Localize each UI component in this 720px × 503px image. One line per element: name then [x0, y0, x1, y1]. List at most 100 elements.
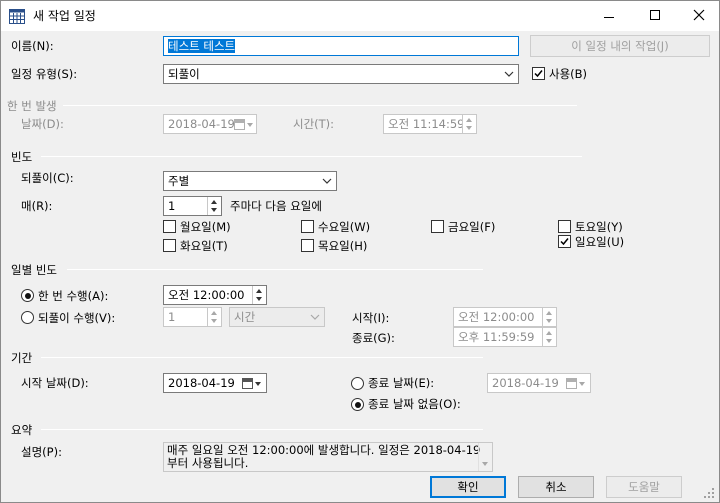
- daily-end-time-field[interactable]: 오후 11:59:59: [453, 327, 557, 347]
- close-icon[interactable]: [693, 9, 705, 21]
- description-scrollbar[interactable]: [478, 443, 492, 471]
- schedule-type-value: 되풀이: [168, 67, 200, 81]
- daily-start-time-field[interactable]: 오전 12:00:00: [453, 307, 557, 327]
- one-time-time-value: 오전 11:14:59: [388, 117, 465, 131]
- chevron-down-icon: [322, 178, 332, 184]
- occurs-once-spinner[interactable]: [252, 286, 266, 304]
- one-time-date-picker[interactable]: 2018-04-19: [163, 114, 257, 134]
- cancel-button[interactable]: 취소: [518, 476, 594, 498]
- start-date-label: 시작 날짜(D):: [21, 376, 89, 390]
- daily-frequency-divider: [67, 269, 483, 270]
- calendar-app-icon: [9, 9, 25, 24]
- frequency-divider: [41, 156, 582, 157]
- recurs-dropdown[interactable]: 주별: [163, 171, 337, 191]
- summary-header: 요약: [11, 423, 33, 437]
- every-weeks-field[interactable]: 1: [163, 196, 222, 216]
- window-title: 새 작업 일정: [33, 9, 96, 23]
- daily-start-label: 시작(I):: [352, 311, 390, 325]
- daily-end-label: 종료(G):: [352, 331, 395, 345]
- start-date-value: 2018-04-19: [168, 376, 235, 390]
- schedule-type-dropdown[interactable]: 되풀이: [163, 64, 519, 84]
- ok-button[interactable]: 확인: [430, 476, 506, 498]
- every-label: 매(R):: [21, 199, 53, 213]
- sunday-checkbox[interactable]: [558, 235, 571, 248]
- daily-frequency-header: 일별 빈도: [11, 263, 57, 277]
- every-suffix: 주마다 다음 요일에: [230, 199, 322, 213]
- one-time-date-value: 2018-04-19: [168, 117, 235, 131]
- one-time-divider: [63, 105, 577, 106]
- no-end-date-radio[interactable]: [351, 398, 364, 411]
- sunday-label: 일요일(U): [575, 235, 625, 249]
- duration-divider: [41, 357, 483, 358]
- no-end-date-label: 종료 날짜 없음(O):: [368, 397, 461, 411]
- daily-start-spinner[interactable]: [542, 308, 556, 326]
- check-icon: [534, 70, 543, 78]
- occurs-once-radio[interactable]: [21, 289, 34, 302]
- chevron-down-icon: [310, 314, 320, 320]
- schedule-type-label: 일정 유형(S):: [11, 67, 78, 81]
- tuesday-label: 화요일(T): [180, 239, 228, 253]
- one-time-time-label: 시간(T):: [293, 117, 335, 131]
- one-time-header: 한 번 발생: [7, 99, 57, 113]
- minimize-icon[interactable]: [603, 11, 615, 23]
- occurs-every-interval-field[interactable]: 1: [163, 307, 222, 327]
- occurs-every-radio[interactable]: [21, 311, 34, 324]
- saturday-checkbox[interactable]: [558, 220, 571, 233]
- calendar-icon: [566, 378, 577, 389]
- chevron-down-icon: [504, 71, 514, 77]
- dropdown-arrow-icon: [255, 382, 261, 386]
- description-line-2: 부터 사용됩니다.: [167, 456, 249, 470]
- one-time-date-label: 날짜(D):: [21, 117, 64, 131]
- recurs-value: 주별: [168, 174, 190, 188]
- wednesday-label: 수요일(W): [318, 220, 371, 234]
- thursday-checkbox[interactable]: [301, 239, 314, 252]
- occurs-once-time-value: 오전 12:00:00: [168, 288, 245, 302]
- check-icon: [560, 238, 569, 246]
- description-box: 매주 일요일 오전 12:00:00에 발생합니다. 일정은 2018-04-1…: [163, 442, 493, 472]
- occurs-every-interval-spinner[interactable]: [207, 308, 221, 326]
- recurs-label: 되풀이(C):: [21, 171, 74, 185]
- maximize-icon[interactable]: [649, 9, 661, 21]
- help-button[interactable]: 도움말: [606, 476, 682, 498]
- resize-grip-icon[interactable]: [703, 487, 715, 499]
- friday-label: 금요일(F): [448, 220, 496, 234]
- one-time-time-field[interactable]: 오전 11:14:59: [383, 114, 477, 134]
- frequency-header: 빈도: [11, 150, 33, 164]
- wednesday-checkbox[interactable]: [301, 220, 314, 233]
- every-weeks-value: 1: [168, 199, 176, 213]
- occurs-every-unit-value: 시간: [234, 310, 256, 324]
- thursday-label: 목요일(H): [318, 239, 368, 253]
- every-weeks-spinner[interactable]: [207, 197, 221, 215]
- title-bar: 새 작업 일정: [1, 1, 719, 31]
- end-date-value: 2018-04-19: [492, 376, 559, 390]
- name-field[interactable]: 테스트 테스트: [163, 36, 519, 56]
- end-date-picker[interactable]: 2018-04-19: [487, 373, 591, 393]
- friday-checkbox[interactable]: [431, 220, 444, 233]
- name-label: 이름(N):: [11, 39, 54, 53]
- occurs-once-label: 한 번 수행(A):: [38, 289, 109, 303]
- enabled-label: 사용(B): [549, 67, 588, 81]
- description-label: 설명(P):: [21, 445, 62, 459]
- daily-end-time-value: 오후 11:59:59: [458, 330, 535, 344]
- dropdown-arrow-icon: [579, 382, 585, 386]
- dropdown-arrow-icon: [247, 123, 253, 127]
- monday-checkbox[interactable]: [163, 220, 176, 233]
- occurs-once-time-field[interactable]: 오전 12:00:00: [163, 285, 267, 305]
- tuesday-checkbox[interactable]: [163, 239, 176, 252]
- occurs-every-interval-value: 1: [168, 310, 176, 324]
- calendar-icon: [234, 119, 245, 130]
- occurs-every-label: 되풀이 수행(V):: [38, 311, 116, 325]
- new-job-schedule-dialog: 새 작업 일정 이름(N): 테스트 테스트 이 일정 내의 작업(J) 일정 …: [0, 0, 720, 503]
- start-date-picker[interactable]: 2018-04-19: [163, 373, 267, 393]
- end-date-label: 종료 날짜(E):: [368, 376, 435, 390]
- duration-header: 기간: [11, 351, 33, 365]
- daily-end-spinner[interactable]: [542, 328, 556, 346]
- monday-label: 월요일(M): [180, 220, 231, 234]
- occurs-every-unit-dropdown[interactable]: 시간: [229, 307, 325, 327]
- end-date-radio[interactable]: [351, 377, 364, 390]
- scroll-down-icon: [482, 462, 488, 466]
- daily-start-time-value: 오전 12:00:00: [458, 310, 535, 324]
- jobs-in-schedule-button[interactable]: 이 일정 내의 작업(J): [530, 35, 710, 57]
- time-spinner[interactable]: [462, 115, 476, 133]
- enabled-checkbox[interactable]: [532, 67, 545, 80]
